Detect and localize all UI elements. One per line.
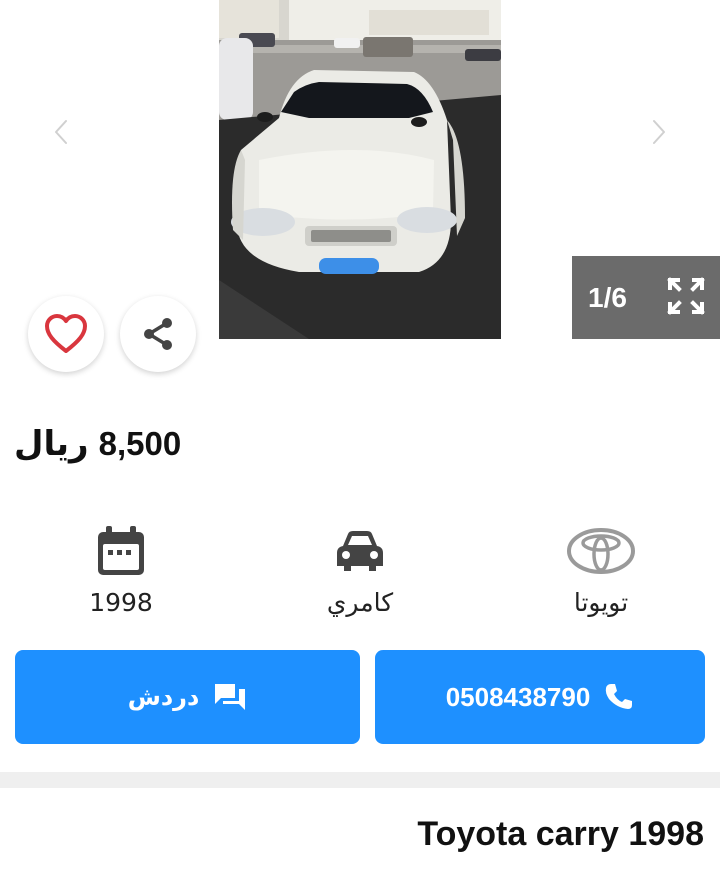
section-divider — [0, 772, 720, 788]
call-button[interactable]: 0508438790 — [375, 650, 705, 744]
spec-brand-value: تويوتا — [573, 588, 629, 617]
photo-counter: 1/6 — [572, 256, 720, 339]
spec-year: 1998 — [31, 520, 211, 617]
chevron-left-icon — [53, 118, 69, 146]
chat-button[interactable]: دردش — [15, 650, 360, 744]
price-value: 8,500 — [98, 425, 182, 462]
favorite-button[interactable] — [28, 296, 104, 372]
heart-icon — [45, 314, 87, 353]
share-button[interactable] — [120, 296, 196, 372]
spec-model: كامري — [270, 520, 450, 617]
spec-year-value: 1998 — [89, 588, 153, 617]
chat-button-label: دردش — [127, 683, 200, 711]
calendar-icon — [98, 526, 144, 575]
chat-icon — [215, 684, 246, 710]
next-photo-button[interactable] — [638, 112, 678, 152]
photo-counter-text: 1/6 — [588, 281, 627, 313]
spec-summary: 1998 كامري تويوتا — [0, 520, 720, 630]
car-icon — [337, 531, 383, 571]
photo-gallery: 1/6 — [0, 0, 720, 390]
toyota-logo-icon — [567, 528, 635, 574]
phone-number: 0508438790 — [445, 681, 591, 712]
price: ريال 8,500 — [14, 424, 181, 476]
fullscreen-button[interactable] — [664, 274, 708, 323]
car-photo[interactable] — [219, 0, 501, 339]
expand-icon — [667, 277, 705, 315]
share-icon — [144, 318, 172, 350]
listing-title: Toyota carry 1998 — [417, 815, 704, 853]
spec-brand: تويوتا — [511, 520, 691, 617]
previous-photo-button[interactable] — [42, 112, 82, 152]
chevron-right-icon — [651, 118, 667, 146]
price-currency: ريال — [14, 424, 89, 464]
spec-model-value: كامري — [326, 588, 394, 617]
phone-icon — [606, 684, 633, 709]
